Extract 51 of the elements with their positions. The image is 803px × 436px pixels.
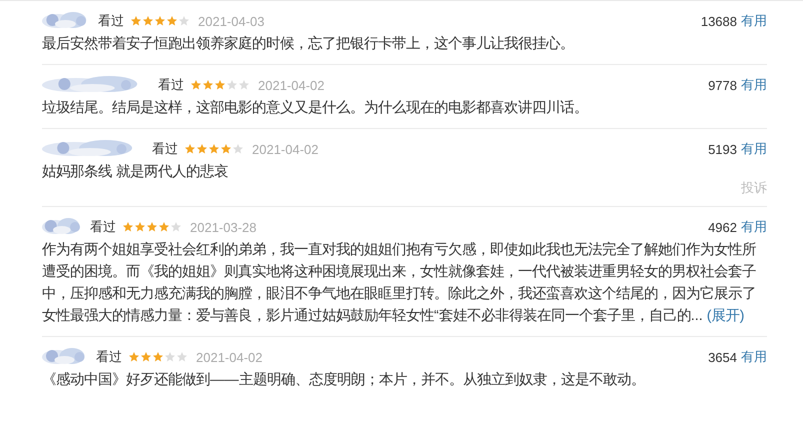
vote-count: 4962	[708, 220, 737, 234]
vote-count: 13688	[700, 14, 737, 28]
star-icon	[232, 143, 244, 155]
comment-date: 2021-04-02	[258, 78, 324, 92]
star-icon	[170, 221, 182, 233]
star-icon	[130, 15, 142, 27]
star-icon	[134, 221, 146, 233]
useful-link[interactable]: 有用	[741, 12, 767, 30]
star-icon	[214, 79, 226, 91]
comment-text: 垃圾结尾。结局是这样，这部电影的意义又是什么。为什么现在的电影都喜欢讲四川话。	[42, 98, 589, 118]
comment-date: 2021-03-28	[190, 220, 256, 234]
comment-date: 2021-04-02	[196, 350, 262, 364]
vote-count: 5193	[708, 142, 737, 156]
comment-text: 姑妈那条线 就是两代人的悲哀	[42, 162, 229, 182]
comment-date: 2021-04-02	[252, 142, 318, 156]
comment-text: 最后安然带着安子恒跑出领养家庭的时候，忘了把银行卡带上，这个事儿让我很挂心。	[42, 34, 575, 54]
star-icon	[202, 79, 214, 91]
vote-count: 9778	[708, 78, 737, 92]
star-icon	[128, 351, 140, 363]
star-icon	[158, 221, 170, 233]
useful-link[interactable]: 有用	[741, 218, 767, 236]
vote-count: 3654	[708, 350, 737, 364]
comment-date: 2021-04-03	[198, 14, 264, 28]
comment-text: 作为有两个姐姐享受社会红利的弟弟，我一直对我的姐姐们抱有亏欠感，即使如此我也无法完全了解她们作为女性所遭受的困境。而《我的姐姐》则真实地将这种困境展现出来，女性就像套娃，一代代被装进重男轻女的男权社会套子中，压抑感和无力感充满我的胸膛，眼泪不争气地在眼眶里打转。除此之外，我还蛮喜欢这个结尾的，因为它展示了女性最强大的情感力量：爱与善良，影片通过姑妈鼓励年轻女性“套娃不必非得装在同一个套子里，自己的... (展开)	[42, 240, 757, 326]
star-icon	[226, 79, 238, 91]
star-icon	[196, 143, 208, 155]
star-icon	[184, 143, 196, 155]
star-icon	[122, 221, 134, 233]
star-icon	[140, 351, 152, 363]
star-icon	[178, 15, 190, 27]
star-icon	[142, 15, 154, 27]
useful-link[interactable]: 有用	[741, 76, 767, 94]
star-icon	[190, 79, 202, 91]
star-icon	[152, 351, 164, 363]
watched-status: 看过	[152, 140, 178, 158]
star-icon	[238, 79, 250, 91]
star-icon	[208, 143, 220, 155]
star-icon	[220, 143, 232, 155]
watched-status: 看过	[96, 348, 122, 366]
star-icon	[166, 15, 178, 27]
star-icon	[154, 15, 166, 27]
watched-status: 看过	[90, 218, 116, 236]
star-icon	[176, 351, 188, 363]
expand-link[interactable]: (展开)	[706, 308, 744, 324]
comment-text: 《感动中国》好歹还能做到——主题明确、态度明朗；本片，并不。从独立到奴隶，这是不敢动。	[42, 370, 646, 390]
watched-status: 看过	[98, 12, 124, 30]
star-icon	[146, 221, 158, 233]
star-icon	[164, 351, 176, 363]
useful-link[interactable]: 有用	[741, 140, 767, 158]
useful-link[interactable]: 有用	[741, 348, 767, 366]
watched-status: 看过	[158, 76, 184, 94]
